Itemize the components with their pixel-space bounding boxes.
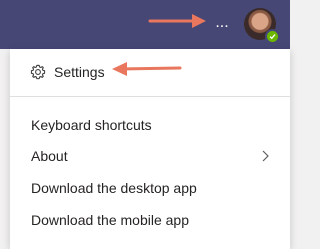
menu-item-settings-label: Settings (54, 64, 105, 80)
menu-item-label: Keyboard shortcuts (31, 117, 152, 133)
menu-divider (10, 96, 290, 97)
annotation-arrow-more-icon (148, 14, 206, 28)
menu-item-download-mobile[interactable]: Download the mobile app (10, 205, 290, 235)
menu-item-label: About (31, 148, 68, 164)
settings-dropdown-menu: Settings Keyboard shortcuts About Downlo… (10, 49, 290, 249)
menu-item-keyboard-shortcuts[interactable]: Keyboard shortcuts (10, 110, 290, 140)
annotation-arrow-settings (112, 62, 182, 76)
menu-item-about[interactable]: About (10, 141, 290, 171)
menu-item-label: Download the mobile app (31, 212, 189, 228)
menu-item-label: Download the desktop app (31, 180, 197, 196)
chevron-right-icon (262, 150, 269, 162)
more-options-button[interactable]: ... (210, 10, 234, 36)
presence-available-icon (265, 29, 280, 44)
menu-item-download-desktop[interactable]: Download the desktop app (10, 173, 290, 203)
app-header-bar: ... (0, 0, 290, 49)
gear-icon (30, 64, 46, 80)
